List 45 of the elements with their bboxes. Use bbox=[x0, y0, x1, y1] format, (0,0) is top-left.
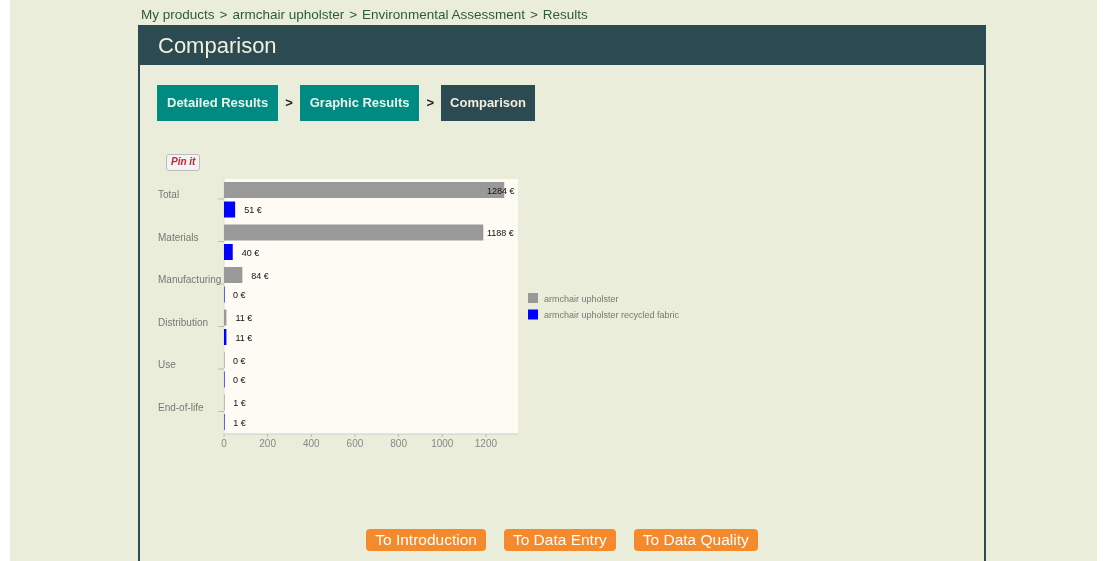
value-label: 1 € bbox=[233, 398, 246, 408]
breadcrumb-separator: > bbox=[219, 6, 228, 24]
step-tab[interactable]: Comparison bbox=[441, 85, 535, 121]
bar bbox=[224, 309, 227, 326]
category-label: End-of-life bbox=[158, 401, 204, 413]
category-label: Distribution bbox=[158, 316, 209, 328]
category-label: Total bbox=[158, 189, 180, 200]
value-label: 0 € bbox=[233, 375, 246, 385]
legend-label: armchair upholster bbox=[544, 293, 619, 304]
x-tick-label: 1200 bbox=[474, 438, 498, 449]
pin-it-button[interactable]: Pin it bbox=[166, 153, 201, 171]
breadcrumb-link[interactable]: Results bbox=[542, 5, 588, 25]
x-tick-label: 400 bbox=[302, 438, 320, 449]
value-label: 1188 € bbox=[487, 228, 514, 238]
bar bbox=[224, 267, 243, 283]
x-tick-label: 0 bbox=[221, 438, 227, 449]
legend-label: armchair upholster recycled fabric bbox=[544, 310, 680, 320]
value-label: 84 € bbox=[251, 270, 269, 281]
x-tick-label: 600 bbox=[346, 438, 364, 449]
page-title: Comparison bbox=[158, 31, 277, 60]
category-label: Use bbox=[158, 359, 176, 370]
breadcrumb-link[interactable]: My products bbox=[141, 5, 215, 25]
breadcrumb-separator: > bbox=[529, 6, 538, 24]
bar bbox=[224, 244, 233, 260]
value-label: 0 € bbox=[233, 290, 246, 300]
x-tick-label: 800 bbox=[390, 438, 407, 449]
value-label: 11 € bbox=[235, 332, 253, 343]
bar bbox=[224, 329, 227, 345]
bar bbox=[224, 201, 236, 218]
breadcrumb-link[interactable]: armchair upholster bbox=[232, 5, 345, 25]
x-tick-label: 1000 bbox=[431, 438, 454, 449]
step-separator: > bbox=[425, 94, 436, 113]
value-label: 1 € bbox=[233, 417, 246, 428]
x-tick-label: 200 bbox=[259, 438, 276, 449]
value-label: 0 € bbox=[233, 355, 246, 366]
category-label: Manufacturing bbox=[158, 274, 222, 285]
breadcrumb-link[interactable]: Environmental Assessment bbox=[362, 5, 525, 25]
value-label: 11 € bbox=[235, 313, 253, 323]
breadcrumb-separator: > bbox=[349, 6, 358, 24]
step-tab[interactable]: Graphic Results bbox=[299, 85, 420, 121]
step-tab[interactable]: Detailed Results bbox=[157, 85, 279, 121]
category-label: Materials bbox=[158, 231, 199, 243]
step-separator: > bbox=[284, 94, 294, 113]
value-label: 40 € bbox=[241, 247, 260, 258]
value-label: 51 € bbox=[244, 205, 262, 215]
